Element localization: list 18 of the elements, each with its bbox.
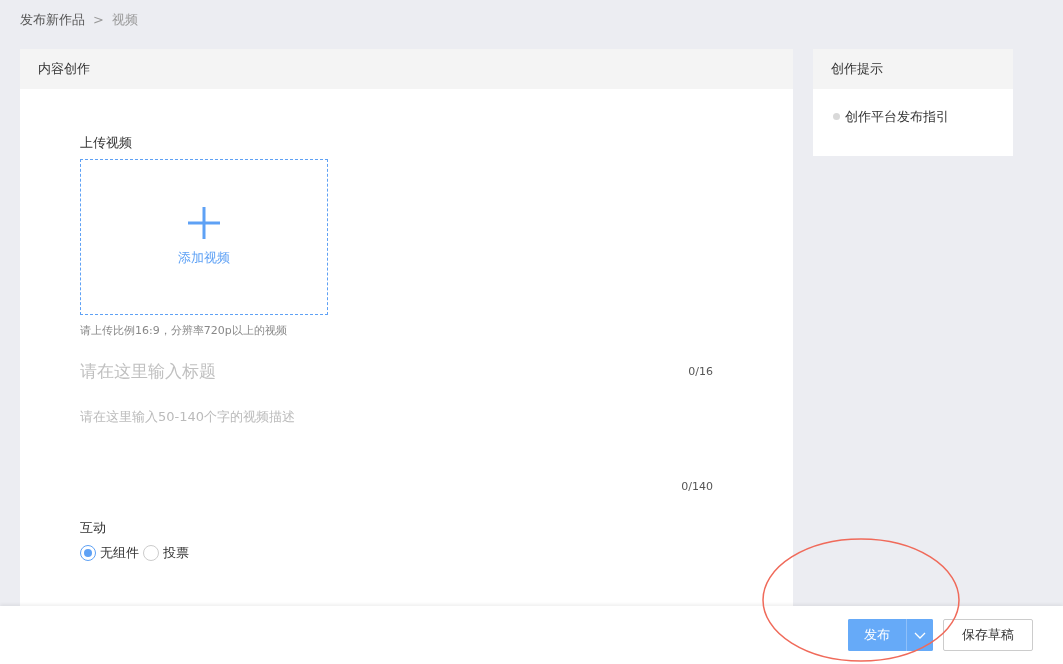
radio-option[interactable]: 无组件 — [80, 543, 139, 563]
upload-label: 上传视频 — [80, 134, 133, 152]
title-counter: 0/16 — [688, 363, 713, 380]
radio-option[interactable]: 投票 — [143, 543, 189, 563]
chevron-down-icon — [914, 631, 926, 639]
interaction-label: 互动 — [80, 518, 107, 537]
add-video-label: 添加视频 — [178, 248, 230, 267]
upload-hint: 请上传比例16:9，分辨率720p以上的视频 — [80, 322, 288, 339]
dropdown-button[interactable] — [906, 619, 933, 651]
save-draft-button[interactable]: 保存草稿 — [943, 619, 1033, 651]
card-title: 内容创作 — [38, 60, 90, 79]
description-counter: 0/140 — [681, 480, 713, 493]
guide-link[interactable]: 创作平台发布指引 — [845, 107, 949, 127]
plus-icon — [187, 205, 221, 240]
breadcrumb-current: 视频 — [111, 11, 138, 29]
breadcrumb-link[interactable]: 发布新作品 — [20, 10, 85, 49]
card-title: 创作提示 — [831, 60, 883, 79]
breadcrumb-separator: > — [93, 11, 104, 29]
